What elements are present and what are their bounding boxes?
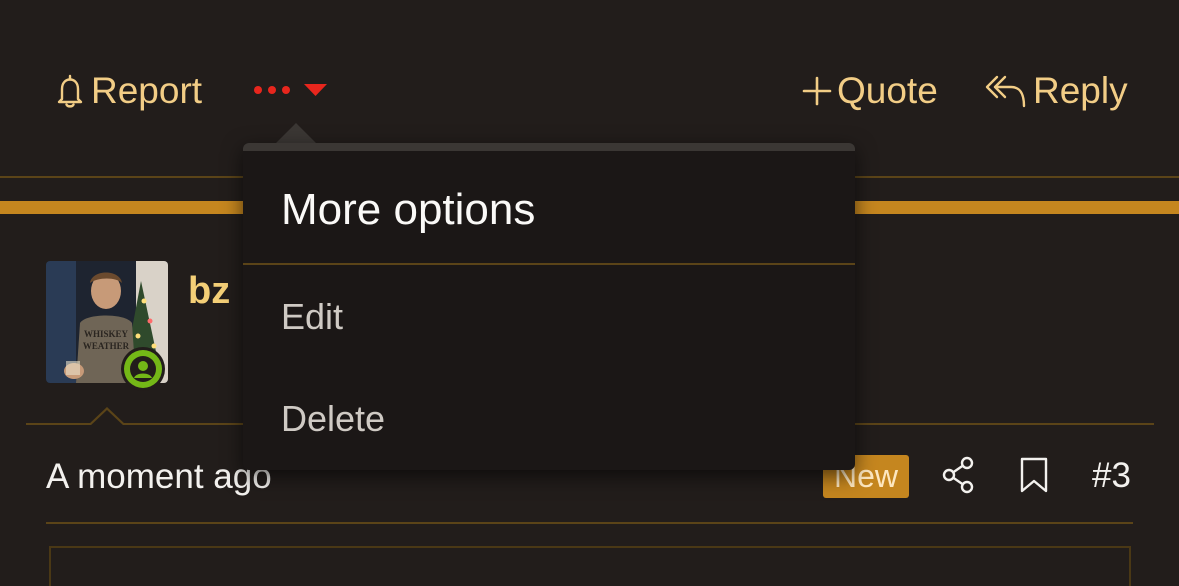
reply-button[interactable]: Reply [985, 70, 1128, 112]
reply-icon [985, 73, 1027, 109]
menu-divider [243, 263, 855, 265]
share-icon [942, 456, 974, 494]
menu-item-delete[interactable]: Delete [243, 369, 855, 469]
post-content-area [49, 546, 1131, 586]
divider [46, 522, 1133, 524]
menu-item-label: Delete [281, 398, 386, 439]
report-label: Report [91, 70, 203, 111]
reply-label: Reply [1033, 70, 1128, 111]
quote-button[interactable]: Quote [801, 70, 938, 112]
ellipsis-icon [254, 84, 327, 96]
svg-text:WHISKEY: WHISKEY [84, 329, 129, 339]
menu-title: More options [281, 185, 536, 234]
post-number-link[interactable]: #3 [1092, 456, 1131, 496]
menu-item-edit[interactable]: Edit [243, 267, 855, 367]
online-status-badge [121, 347, 165, 391]
report-button[interactable]: Report [53, 70, 202, 112]
more-options-menu: More options Edit Delete [243, 143, 855, 470]
menu-pointer [275, 123, 317, 144]
svg-text:WEATHER: WEATHER [83, 341, 130, 351]
bell-icon [53, 73, 87, 109]
avatar-pointer-inner [90, 410, 124, 426]
menu-header-strip [243, 143, 855, 151]
caret-down-icon [304, 84, 327, 96]
bookmark-icon [1020, 457, 1048, 493]
plus-icon [801, 75, 833, 107]
user-icon [124, 350, 162, 388]
quote-label: Quote [837, 70, 938, 111]
more-options-button[interactable] [252, 80, 332, 102]
share-button[interactable] [941, 456, 977, 499]
username[interactable]: bz [188, 270, 230, 313]
bookmark-button[interactable] [1018, 456, 1050, 499]
menu-item-label: Edit [281, 296, 344, 337]
post-timestamp[interactable]: A moment ago [46, 457, 272, 497]
